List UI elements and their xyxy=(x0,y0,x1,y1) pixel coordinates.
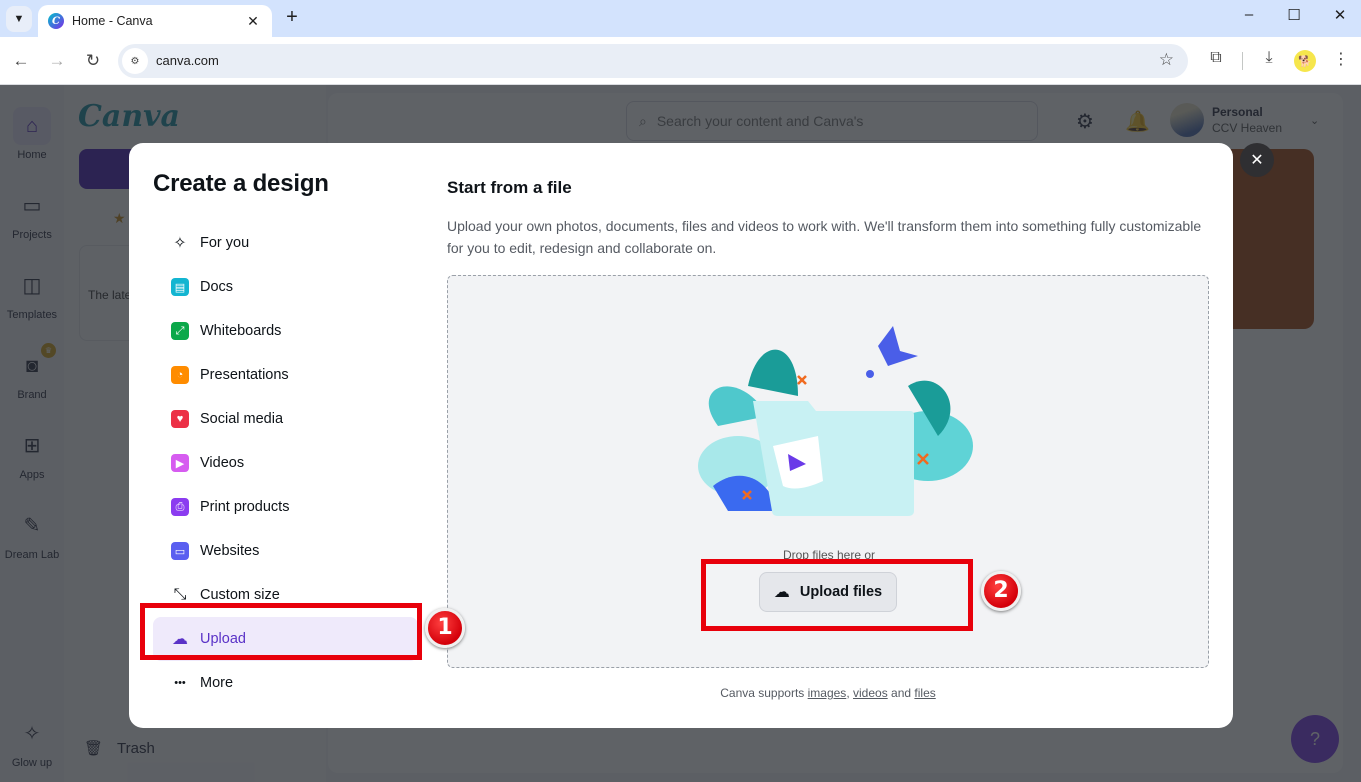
browser-toolbar: ← → ↻ ⚙ canva.com ☆ ⧉ ⤓ 🐕 ⋮ xyxy=(0,37,1361,85)
browser-tab-active[interactable]: C Home - Canva ✕ xyxy=(38,5,272,37)
upload-pane: Start from a file Upload your own photos… xyxy=(447,143,1209,728)
images-link[interactable]: images xyxy=(808,686,847,700)
section-title: Start from a file xyxy=(447,178,572,197)
maximize-button[interactable]: ☐ xyxy=(1279,6,1309,24)
menu-item-label: For you xyxy=(200,235,250,251)
menu-item-label: Social media xyxy=(200,411,284,427)
modal-title: Create a design xyxy=(153,170,329,197)
menu-item-label: Whiteboards xyxy=(200,323,282,339)
bookmark-star-icon[interactable]: ☆ xyxy=(1159,50,1174,70)
browser-window-icon: ▭ xyxy=(171,542,189,560)
annotation-box-upload-files xyxy=(701,559,973,631)
menu-item-label: Print products xyxy=(200,499,290,515)
close-window-button[interactable]: ✕ xyxy=(1325,6,1355,24)
annotation-box-upload xyxy=(140,603,422,660)
browser-menu-icon[interactable]: ⋮ xyxy=(1329,49,1353,69)
printer-icon: ⎙ xyxy=(171,498,189,516)
menu-item-label: Videos xyxy=(200,455,245,471)
upload-illustration xyxy=(698,326,973,516)
browser-tabstrip: ▼ C Home - Canva ✕ + – ☐ ✕ xyxy=(0,0,1361,37)
menu-item-label: More xyxy=(200,675,234,691)
section-description: Upload your own photos, documents, files… xyxy=(447,218,1202,256)
url-text[interactable]: canva.com xyxy=(156,53,219,68)
menu-item-print-products[interactable]: ⎙ Print products xyxy=(153,485,418,529)
menu-item-social-media[interactable]: ♥ Social media xyxy=(153,397,418,441)
back-button[interactable]: ← xyxy=(9,49,33,73)
forward-button[interactable]: → xyxy=(45,49,69,73)
support-prefix: Canva supports xyxy=(720,686,805,700)
reload-button[interactable]: ↻ xyxy=(81,49,105,73)
minimize-button[interactable]: – xyxy=(1234,6,1264,23)
resize-icon: ⤡ xyxy=(173,586,187,603)
menu-item-presentations[interactable]: ◔ Presentations xyxy=(153,353,418,397)
canva-favicon-icon: C xyxy=(48,13,64,29)
more-dots-icon: ••• xyxy=(174,677,186,689)
profile-avatar-icon[interactable]: 🐕 xyxy=(1294,50,1316,72)
modal-close-button[interactable]: ✕ xyxy=(1240,143,1274,177)
menu-item-whiteboards[interactable]: ⤢ Whiteboards xyxy=(153,309,418,353)
site-info-icon[interactable]: ⚙ xyxy=(122,48,148,74)
address-bar[interactable]: ⚙ canva.com ☆ xyxy=(118,44,1188,78)
supported-formats-text: Canva supports images, videos and files xyxy=(447,686,1209,700)
toolbar-divider xyxy=(1242,52,1243,70)
files-link[interactable]: files xyxy=(914,686,935,700)
menu-item-label: Presentations xyxy=(200,367,289,383)
menu-item-label: Docs xyxy=(200,279,234,295)
heart-icon: ♥ xyxy=(171,410,189,428)
videos-link[interactable]: videos xyxy=(853,686,888,700)
video-camera-icon: ▶ xyxy=(171,454,189,472)
tab-close-icon[interactable]: ✕ xyxy=(244,13,262,30)
menu-item-docs[interactable]: ▤ Docs xyxy=(153,265,418,309)
extensions-icon[interactable]: ⧉ xyxy=(1204,49,1228,67)
new-tab-button[interactable]: + xyxy=(281,6,303,29)
support-comma: , xyxy=(846,686,850,700)
tab-title: Home - Canva xyxy=(72,14,153,28)
support-and: and xyxy=(891,686,912,700)
annotation-badge-1: 1 xyxy=(425,608,465,648)
presentation-icon: ◔ xyxy=(171,366,189,384)
sparkles-icon: ✧ xyxy=(173,235,187,252)
menu-item-for-you[interactable]: ✧ For you xyxy=(153,221,418,265)
chevron-down-icon: ▼ xyxy=(13,13,25,25)
menu-item-label: Websites xyxy=(200,543,260,559)
docs-icon: ▤ xyxy=(171,278,189,296)
menu-item-videos[interactable]: ▶ Videos xyxy=(153,441,418,485)
menu-item-websites[interactable]: ▭ Websites xyxy=(153,529,418,573)
menu-item-more[interactable]: ••• More xyxy=(153,661,418,705)
tab-search-button[interactable]: ▼ xyxy=(6,6,32,32)
downloads-icon[interactable]: ⤓ xyxy=(1257,49,1281,67)
annotation-badge-2: 2 xyxy=(981,571,1021,611)
menu-item-label: Custom size xyxy=(200,587,280,603)
whiteboard-icon: ⤢ xyxy=(171,322,189,340)
